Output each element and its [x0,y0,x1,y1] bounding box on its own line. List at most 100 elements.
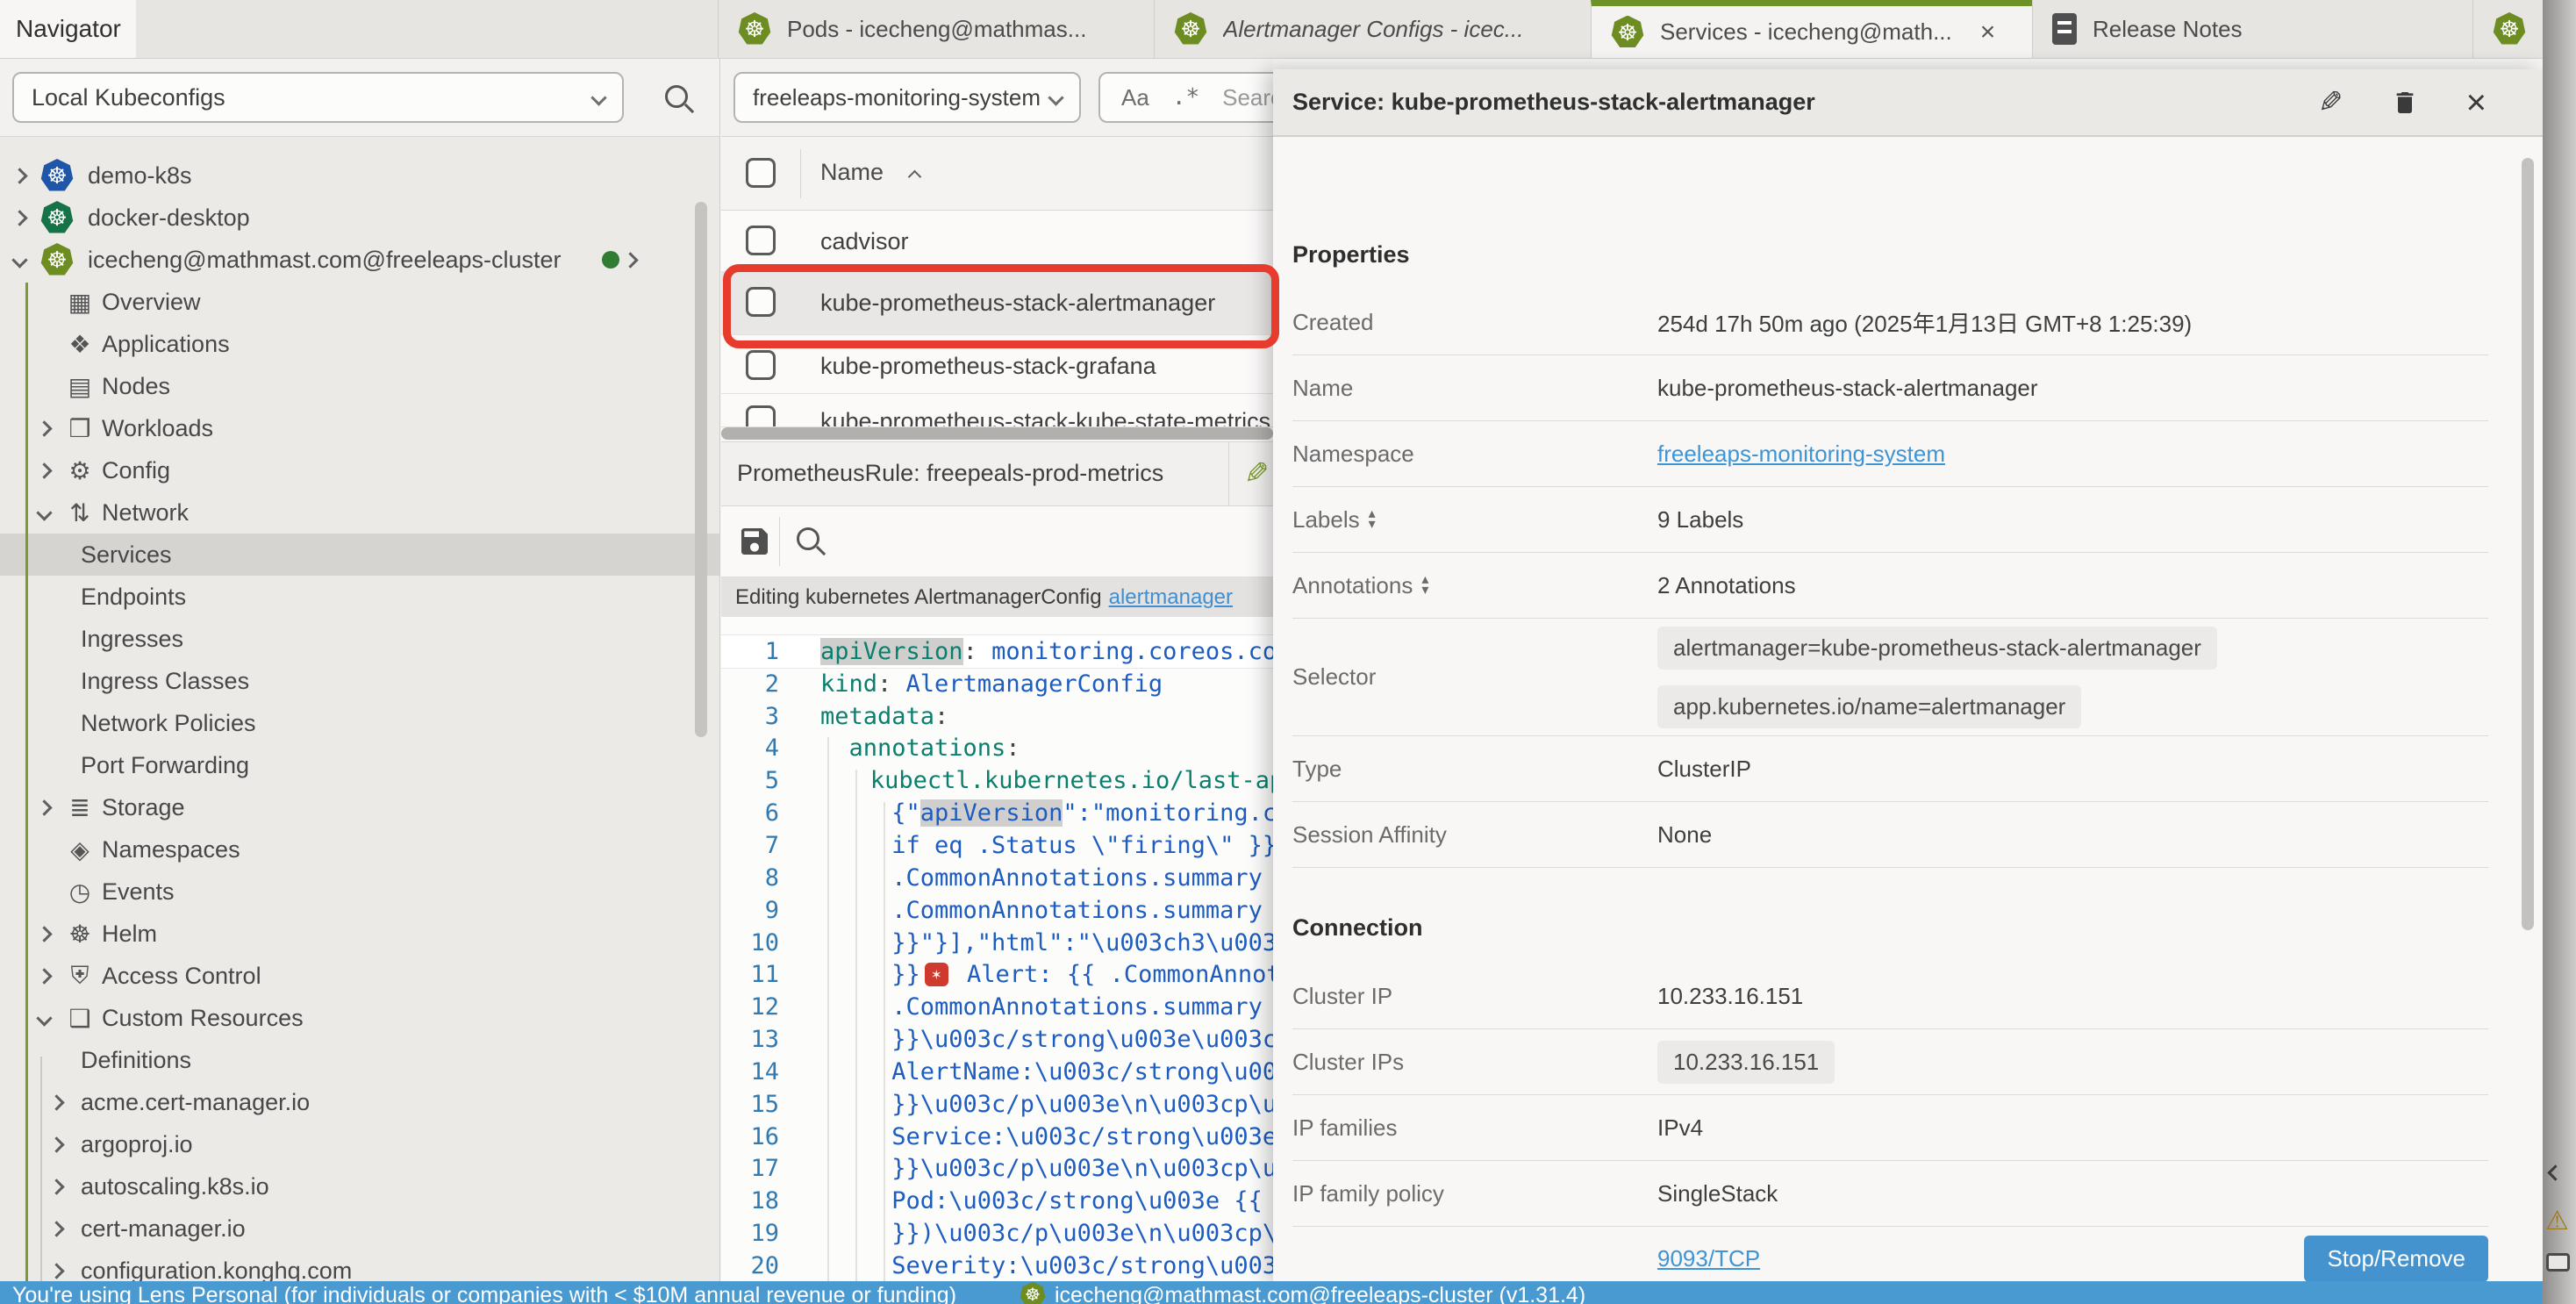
sidebar-item-acme-cert-manager-io[interactable]: acme.cert-manager.io [0,1081,719,1123]
collapse-left-icon[interactable] [2547,1164,2563,1180]
namespace-select[interactable]: freeleaps-monitoring-system [733,72,1081,123]
sidebar-item-autoscaling-k8s-io[interactable]: autoscaling.k8s.io [0,1165,719,1207]
name-column-header[interactable]: Name [820,159,884,186]
sidebar-item-storage[interactable]: ≣Storage [0,786,719,828]
tab-0[interactable]: ☸Pods - icecheng@mathmas... [718,0,1154,58]
row-checkbox[interactable] [746,350,776,380]
sidebar-item-configuration-konghq-com[interactable]: configuration.konghq.com [0,1250,719,1281]
sidebar-item-config[interactable]: ⚙Config [0,449,719,491]
sidebar-item-overview[interactable]: ▦Overview [0,281,719,323]
code-line-10[interactable]: 10}}"}],"html":"\u003ch3\u003e\u [721,927,1273,959]
sidebar-item-access-control[interactable]: ⛨Access Control [0,955,719,997]
kubeconfig-select[interactable]: Local Kubeconfigs [12,72,624,123]
code-line-16[interactable]: 16Service:\u003c/strong\u003e { [721,1121,1273,1153]
sort-ascending-icon[interactable] [908,170,922,184]
tab-close-icon[interactable]: × [1980,18,1996,47]
chevron-right-icon[interactable] [622,252,638,268]
code-line-15[interactable]: 15}}\u003c/p\u003e\n\u003cp\u003 [721,1088,1273,1121]
sidebar-item-custom-resources[interactable]: ❑Custom Resources [0,997,719,1039]
chevron-right-icon[interactable] [11,168,27,183]
close-icon[interactable]: × [2466,85,2487,120]
sidebar-item-docker-desktop[interactable]: ☸docker-desktop [0,197,719,239]
sidebar-item-ingress-classes[interactable]: Ingress Classes [0,660,719,702]
code-line-3[interactable]: 3metadata: [721,700,1273,733]
namespace-link[interactable]: freeleaps-monitoring-system [1657,441,1945,468]
edit-pencil-icon[interactable]: ✎ [1244,456,1270,491]
sidebar-item-helm[interactable]: ☸Helm [0,913,719,955]
active-cluster-status[interactable]: ☸ icecheng@mathmast.com@freeleaps-cluste… [1020,1281,1585,1304]
delete-trash-icon[interactable] [2391,88,2419,118]
code-line-7[interactable]: 7if eq .Status \"firing\" }}✶ [721,829,1273,862]
sidebar-item-cert-manager-io[interactable]: cert-manager.io [0,1207,719,1250]
chevron-right-icon[interactable] [48,1263,64,1279]
service-name-cell[interactable]: kube-prometheus-stack-grafana [820,353,1156,380]
sidebar-item-endpoints[interactable]: Endpoints [0,576,719,618]
prometheusrule-dock-tab[interactable]: PrometheusRule: freepeals-prod-metrics ✎ [721,441,1273,506]
code-line-6[interactable]: 6{"apiVersion":"monitoring.core [721,797,1273,829]
service-name-cell[interactable]: cadvisor [820,228,909,255]
code-line-19[interactable]: 19}})\u003c/p\u003e\n\u003cp\u00 [721,1217,1273,1250]
code-line-5[interactable]: 5kubectl.kubernetes.io/last-appli [721,764,1273,797]
tab-partial[interactable]: ☸A [2472,0,2543,58]
code-line-11[interactable]: 11}}✶ Alert: {{ .CommonAnnotati [721,958,1273,991]
code-line-14[interactable]: 14AlertName:\u003c/strong\u003e [721,1056,1273,1088]
port-forward-link[interactable]: 9093/TCP [1657,1245,1760,1272]
search-icon[interactable] [665,85,688,108]
chevron-down-icon[interactable] [36,505,52,520]
sidebar-item-network-policies[interactable]: Network Policies [0,702,719,744]
sidebar-item-namespaces[interactable]: ◈Namespaces [0,828,719,871]
sidebar-item-services[interactable]: Services [0,534,719,576]
table-row-kube-prometheus-stack-kube-state-metrics[interactable]: kube-prometheus-stack-kube-state-metrics [721,394,1273,427]
tab-3[interactable]: Release Notes [2032,0,2472,58]
chevron-right-icon[interactable] [36,420,52,436]
code-line-20[interactable]: 20Severity:\u003c/strong\u003e [721,1250,1273,1282]
code-line-2[interactable]: 2kind: AlertmanagerConfig [721,668,1273,700]
sidebar-item-nodes[interactable]: ▤Nodes [0,365,719,407]
code-line-1[interactable]: 1apiVersion: monitoring.coreos.com/v1 [721,635,1273,668]
service-name-cell[interactable]: kube-prometheus-stack-kube-state-metrics [820,408,1270,427]
yaml-editor[interactable]: 1apiVersion: monitoring.coreos.com/v12ki… [721,617,1273,1283]
code-line-4[interactable]: 4annotations: [721,733,1273,765]
chevron-right-icon[interactable] [48,1221,64,1236]
sidebar-item-workloads[interactable]: ❒Workloads [0,407,719,449]
sidebar-item-applications[interactable]: ❖Applications [0,323,719,365]
regex-icon[interactable]: .* [1172,84,1199,111]
select-all-checkbox[interactable] [746,158,776,188]
sidebar-item-network[interactable]: ⇅Network [0,491,719,534]
table-horizontal-scrollbar[interactable] [721,427,1273,440]
table-row-cadvisor[interactable]: cadvisor [721,211,1273,272]
sidebar-scrollbar[interactable] [695,202,707,737]
sidebar-item-events[interactable]: ◷Events [0,871,719,913]
stop-remove-button[interactable]: Stop/Remove [2304,1236,2488,1282]
editor-search-icon[interactable] [797,527,819,550]
chevron-right-icon[interactable] [11,210,27,226]
row-checkbox[interactable] [746,226,776,255]
sidebar-item-icecheng-mathmast-com-freeleaps-cluster[interactable]: ☸icecheng@mathmast.com@freeleaps-cluster [0,239,719,281]
code-line-8[interactable]: 8.CommonAnnotations.summary }} [721,862,1273,894]
chevron-right-icon[interactable] [48,1094,64,1110]
save-icon[interactable] [737,524,772,559]
sidebar-item-argoproj-io[interactable]: argoproj.io [0,1123,719,1165]
chevron-down-icon[interactable] [36,1010,52,1026]
expand-toggle-icon[interactable]: ▴▾ [1421,575,1428,596]
edit-pencil-icon[interactable]: ✎ [2318,85,2343,120]
table-search-input[interactable]: Aa .* Search [1098,72,1273,123]
chevron-right-icon[interactable] [36,799,52,815]
row-checkbox[interactable] [746,405,776,427]
code-line-12[interactable]: 12.CommonAnnotations.summary }} [721,991,1273,1023]
code-line-18[interactable]: 18Pod:\u003c/strong\u003e {{ .Co [721,1185,1273,1217]
code-line-17[interactable]: 17}}\u003c/p\u003e\n\u003cp\u003 [721,1153,1273,1186]
chevron-right-icon[interactable] [48,1136,64,1152]
expand-toggle-icon[interactable]: ▴▾ [1369,509,1376,530]
panel-scrollbar[interactable] [2522,158,2534,930]
chevron-right-icon[interactable] [36,968,52,984]
code-line-13[interactable]: 13}}\u003c/strong\u003e\u003c/h3 [721,1023,1273,1056]
sidebar-item-ingresses[interactable]: Ingresses [0,618,719,660]
sidebar-item-demo-k8s[interactable]: ☸demo-k8s [0,154,719,197]
sidebar-item-definitions[interactable]: Definitions [0,1039,719,1081]
match-case-icon[interactable]: Aa [1121,84,1149,111]
chevron-right-icon[interactable] [36,462,52,478]
code-line-9[interactable]: 9.CommonAnnotations.summary }} [721,894,1273,927]
tab-1[interactable]: ☸Alertmanager Configs - icec... [1154,0,1591,58]
chevron-right-icon[interactable] [36,926,52,942]
